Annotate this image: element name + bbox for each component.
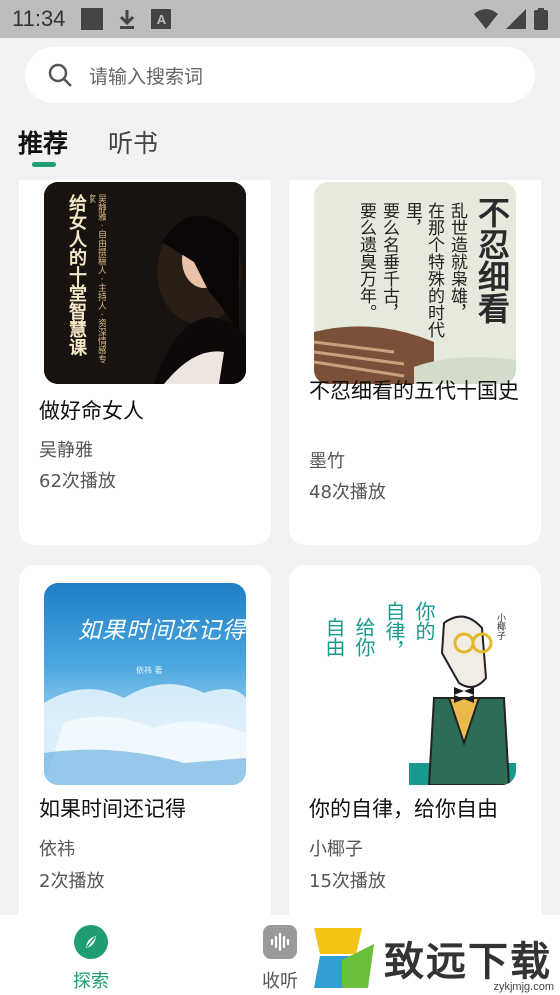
- active-tab-indicator: [32, 162, 56, 167]
- cover-small-author: 小椰子: [495, 613, 505, 640]
- compass-icon: [74, 925, 108, 959]
- cover-big-text: 不忍细看: [473, 196, 511, 324]
- cover-script-text: 如果时间还记得: [78, 618, 246, 644]
- nav-label: 收听: [262, 971, 298, 992]
- cover-text-line: 自由: [322, 617, 346, 657]
- cover-text-line: 你的: [412, 601, 436, 641]
- cover-main-text: 给女人的十堂智慧课: [66, 194, 87, 356]
- notification-square-icon: [81, 8, 104, 30]
- cover-poem-line: 要么名垂千古，: [379, 202, 399, 321]
- play-count: 15次播放: [309, 871, 386, 892]
- cover-poem-line: 要么遗臭万年。: [356, 202, 376, 321]
- cover-text-line: 自律，: [382, 601, 406, 661]
- search-placeholder: 请输入搜索词: [89, 65, 204, 88]
- nav-listen[interactable]: 收听: [262, 925, 298, 993]
- book-title: 不忍细看的五代十国史: [309, 379, 519, 403]
- book-author: 小椰子: [309, 839, 363, 860]
- book-title: 做好命女人: [39, 399, 144, 423]
- status-time: 11:34: [12, 6, 66, 31]
- book-cover: 如果时间还记得 依祎 著: [44, 583, 246, 785]
- nav-label: 探索: [73, 971, 109, 992]
- book-card[interactable]: 如果时间还记得 依祎 著 如果时间还记得 依祎 2次播放: [19, 565, 271, 915]
- a-notification-icon: A: [151, 9, 172, 29]
- cover-poem-line: 乱世造就枭雄，: [447, 202, 467, 321]
- download-icon: [120, 10, 135, 29]
- status-bar: 11:34 A: [0, 0, 560, 38]
- play-count: 2次播放: [39, 871, 105, 892]
- battery-icon: [534, 8, 548, 30]
- book-grid: 给女人的十堂智慧课 吴静雅 · 自由撰稿人 · 主持人 · 资深情感专家 做好命…: [0, 180, 560, 915]
- book-cover: 不忍细看 乱世造就枭雄， 在那个特殊的时代里， 要么名垂千古， 要么遗臭万年。: [314, 182, 516, 384]
- book-author: 依祎: [39, 839, 75, 860]
- wifi-icon: [474, 9, 498, 29]
- play-count: 48次播放: [309, 482, 386, 503]
- search-input[interactable]: 请输入搜索词: [25, 47, 535, 103]
- watermark-text: 致远下载: [384, 937, 552, 985]
- watermark: 致远下载 zykjmjg.com: [312, 920, 560, 995]
- tab-audiobooks[interactable]: 听书: [108, 124, 158, 160]
- book-cover: 你的 自律， 给你 自由 小椰子: [314, 583, 516, 785]
- watermark-logo-icon: [314, 927, 374, 988]
- cover-poem-line: 在那个特殊的时代里，: [402, 202, 444, 338]
- cover-side-text: 吴静雅 · 自由撰稿人 · 主持人 · 资深情感专家: [90, 194, 106, 364]
- watermark-url: zykjmjg.com: [493, 981, 554, 993]
- book-title: 如果时间还记得: [39, 797, 186, 821]
- book-author: 吴静雅: [39, 440, 93, 461]
- tab-recommend[interactable]: 推荐: [18, 124, 68, 160]
- tab-bar: 推荐 听书: [18, 124, 158, 167]
- cover-small-author: 依祎 著: [136, 666, 163, 675]
- cover-vertical-text: 你的 自律， 给你 自由: [322, 601, 436, 661]
- book-cover: 给女人的十堂智慧课 吴静雅 · 自由撰稿人 · 主持人 · 资深情感专家: [44, 182, 246, 384]
- book-author: 墨竹: [309, 451, 345, 472]
- cover-poem: 乱世造就枭雄， 在那个特殊的时代里， 要么名垂千古， 要么遗臭万年。: [355, 202, 468, 352]
- play-count: 62次播放: [39, 471, 116, 492]
- book-card[interactable]: 不忍细看 乱世造就枭雄， 在那个特殊的时代里， 要么名垂千古， 要么遗臭万年。 …: [289, 180, 541, 545]
- book-title: 你的自律，给你自由: [309, 797, 498, 821]
- cover-text-line: 给你: [352, 617, 376, 657]
- book-card[interactable]: 你的 自律， 给你 自由 小椰子 你的自律，给你自由 小椰子 15次播放: [289, 565, 541, 915]
- audio-wave-icon: [263, 925, 297, 959]
- book-card[interactable]: 给女人的十堂智慧课 吴静雅 · 自由撰稿人 · 主持人 · 资深情感专家 做好命…: [19, 180, 271, 545]
- nav-explore[interactable]: 探索: [73, 925, 109, 993]
- search-icon: [48, 63, 72, 87]
- signal-icon: [506, 9, 526, 29]
